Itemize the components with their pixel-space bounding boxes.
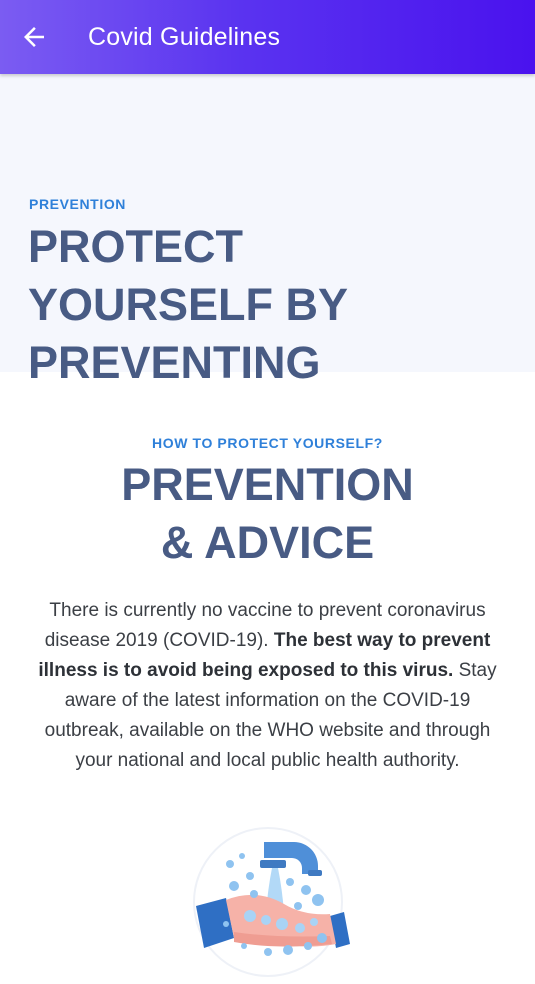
section-title: PREVENTION & ADVICE: [0, 456, 535, 572]
section-title-line1: PREVENTION: [121, 459, 414, 510]
arrow-left-icon: [24, 27, 44, 47]
hero-title: PROTECT YOURSELF BY PREVENTING: [28, 221, 348, 388]
section-title-line2: & ADVICE: [160, 517, 375, 568]
prevention-section: HOW TO PROTECT YOURSELF? PREVENTION & AD…: [0, 372, 535, 984]
hand-washing-illustration: [190, 820, 350, 980]
back-button[interactable]: [14, 17, 54, 57]
hero-kicker: PREVENTION: [29, 196, 127, 212]
section-kicker: HOW TO PROTECT YOURSELF?: [152, 435, 383, 451]
section-body-text: There is currently no vaccine to prevent…: [30, 596, 505, 776]
hero-banner: PREVENTION PROTECT YOURSELF BY PREVENTIN…: [0, 74, 535, 388]
app-bar: Covid Guidelines: [0, 0, 535, 74]
app-bar-title: Covid Guidelines: [88, 22, 281, 51]
app-screen: Covid Guidelines PREVENTION PROTECT YOUR…: [0, 0, 535, 984]
